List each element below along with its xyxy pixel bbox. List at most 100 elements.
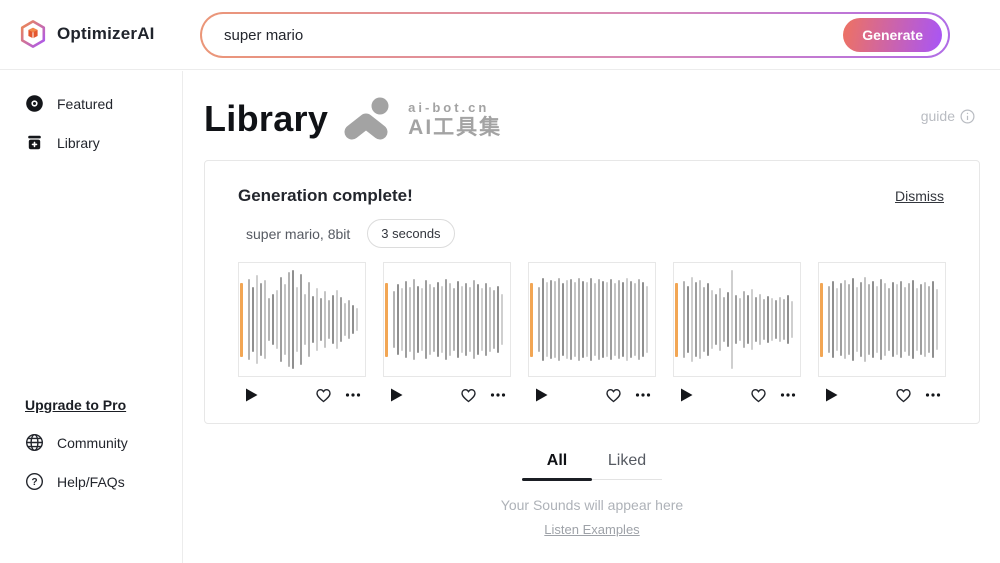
waveform-bar	[884, 283, 886, 355]
waveform-bar	[936, 289, 938, 350]
more-options-button[interactable]	[635, 392, 651, 398]
like-button[interactable]	[460, 387, 477, 403]
waveform-bar	[405, 281, 407, 358]
waveform-bar	[626, 278, 628, 360]
waveform-bar	[473, 280, 475, 359]
ellipsis-icon	[490, 392, 506, 398]
play-button[interactable]	[824, 387, 839, 403]
more-options-button[interactable]	[925, 392, 941, 398]
waveform-bar	[284, 284, 286, 354]
waveform-bar	[880, 279, 882, 359]
playhead-indicator	[820, 283, 823, 357]
waveform-thumbnail[interactable]	[673, 262, 801, 377]
waveform-bar	[280, 277, 282, 363]
waveform-bar	[352, 305, 354, 334]
waveform-bar	[751, 289, 753, 350]
waveform-bar	[248, 279, 250, 360]
waveform-bar	[578, 278, 580, 362]
waveform-thumbnail[interactable]	[383, 262, 511, 377]
waveform-bar	[896, 284, 898, 354]
more-options-button[interactable]	[490, 392, 506, 398]
waveform-bar	[731, 270, 733, 369]
sound-tile	[383, 262, 511, 403]
waveform-bar	[582, 281, 584, 359]
waveform-bar	[602, 281, 604, 359]
waveform-bar	[775, 300, 777, 338]
generate-button[interactable]: Generate	[843, 18, 942, 52]
waveform-bar	[735, 295, 737, 345]
play-button[interactable]	[679, 387, 694, 403]
svg-text:?: ?	[31, 477, 37, 488]
waveform-bar	[767, 296, 769, 343]
app-title: OptimizerAI	[57, 24, 155, 44]
waveform-bar	[542, 278, 544, 362]
tab-all[interactable]: All	[522, 443, 592, 479]
watermark-domain: ai-bot.cn	[408, 101, 502, 114]
waveform	[248, 263, 363, 376]
sidebar-item-help[interactable]: ? Help/FAQs	[0, 462, 182, 501]
play-button[interactable]	[244, 387, 259, 403]
like-button[interactable]	[895, 387, 912, 403]
waveform-bar	[638, 279, 640, 359]
waveform-bar	[622, 282, 624, 358]
play-button[interactable]	[534, 387, 549, 403]
waveform-bar	[711, 290, 713, 349]
waveform-bar	[779, 297, 781, 342]
more-options-button[interactable]	[345, 392, 361, 398]
waveform-bar	[904, 287, 906, 353]
waveform-bar	[489, 287, 491, 353]
help-question-icon: ?	[25, 472, 44, 491]
play-button[interactable]	[389, 387, 404, 403]
listen-examples-link[interactable]: Listen Examples	[544, 522, 639, 537]
waveform-bar	[304, 294, 306, 346]
waveform-bar	[300, 274, 302, 364]
like-button[interactable]	[750, 387, 767, 403]
sidebar-item-community[interactable]: Community	[0, 423, 182, 462]
waveform-bar	[924, 282, 926, 357]
sidebar-item-label: Community	[57, 435, 128, 451]
more-options-button[interactable]	[780, 392, 796, 398]
waveform-bar	[763, 299, 765, 340]
watermark-icon	[344, 96, 400, 142]
heart-icon	[605, 387, 622, 403]
waveform-bar	[312, 296, 314, 343]
waveform-bar	[932, 281, 934, 358]
waveform-bar	[614, 283, 616, 355]
waveform-thumbnail[interactable]	[238, 262, 366, 377]
waveform-bar	[417, 286, 419, 354]
waveform-bar	[264, 280, 266, 359]
waveform-bar	[642, 282, 644, 357]
waveform-bar	[727, 292, 729, 346]
waveform-bar	[787, 295, 789, 345]
waveform-bar	[860, 282, 862, 357]
app-logo[interactable]: OptimizerAI	[18, 19, 155, 49]
waveform-bar	[755, 297, 757, 342]
waveform-bar	[477, 284, 479, 354]
sound-tile	[673, 262, 801, 403]
tab-liked[interactable]: Liked	[592, 443, 662, 479]
waveform-bar	[336, 290, 338, 349]
guide-link[interactable]: guide	[921, 108, 975, 124]
waveform-bar	[570, 279, 572, 360]
waveform-bar	[783, 299, 785, 340]
sidebar-item-label: Library	[57, 135, 100, 151]
waveform-bar	[606, 282, 608, 357]
waveform-thumbnail[interactable]	[528, 262, 656, 377]
waveform-bar	[437, 282, 439, 357]
waveform-thumbnail[interactable]	[818, 262, 946, 377]
waveform-bar	[618, 280, 620, 359]
waveform-bar	[699, 280, 701, 359]
sidebar-item-library[interactable]: Library	[0, 123, 182, 162]
sound-tile	[238, 262, 366, 403]
waveform-bar	[497, 286, 499, 354]
waveform-tiles	[238, 262, 944, 403]
waveform-bar	[288, 272, 290, 367]
like-button[interactable]	[605, 387, 622, 403]
like-button[interactable]	[315, 387, 332, 403]
waveform-bar	[646, 286, 648, 354]
upgrade-to-pro-link[interactable]: Upgrade to Pro	[25, 397, 182, 413]
sidebar-item-featured[interactable]: Featured	[0, 84, 182, 123]
dismiss-link[interactable]: Dismiss	[895, 188, 944, 204]
waveform-bar	[413, 279, 415, 360]
prompt-input[interactable]	[224, 27, 843, 44]
